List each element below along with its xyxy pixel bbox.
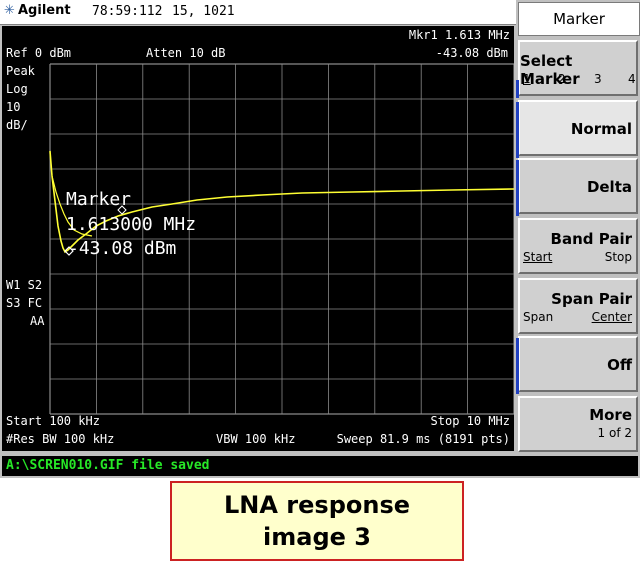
video-bandwidth: VBW 100 kHz (216, 432, 296, 446)
marker-1-option[interactable]: 1 (523, 72, 531, 86)
menu-title: Marker (518, 2, 640, 36)
key-indicator (516, 338, 519, 394)
marker-3-option[interactable]: 3 (594, 72, 602, 86)
off-label: Off (607, 356, 632, 374)
span-pair-key[interactable]: Span Pair Span Center (518, 278, 638, 334)
stop-frequency: Stop 10 MHz (430, 414, 510, 428)
clock-time: 78:59:112 (92, 4, 163, 19)
delta-key[interactable]: Delta (516, 158, 638, 216)
band-pair-label: Band Pair (550, 230, 632, 248)
more-page-indicator: 1 of 2 (597, 426, 632, 440)
status-message: A:\SCREN010.GIF file saved (2, 456, 638, 476)
span-pair-label: Span Pair (551, 290, 632, 308)
marker-level: -43.08 dBm (68, 238, 177, 259)
marker-frequency: 1.613000 MHz (66, 214, 197, 235)
off-key[interactable]: Off (516, 336, 638, 394)
caption-line1: LNA response (223, 491, 411, 519)
caption-line2: image 3 (263, 523, 371, 551)
brand-logo: ✳ Agilent (4, 3, 71, 18)
analyzer-screen: ✳ Agilent 78:59:112 15, 1021 Ref 0 dBm At… (0, 0, 640, 478)
resolution-bandwidth: #Res BW 100 kHz (6, 432, 115, 446)
more-label: More (589, 406, 632, 424)
select-marker-label: Select Marker (520, 52, 580, 88)
title-bar: ✳ Agilent 78:59:112 15, 1021 (0, 0, 516, 25)
marker-4-option[interactable]: 4 (628, 72, 636, 86)
span-pair-center-option[interactable]: Center (592, 310, 632, 324)
brand-name: Agilent (18, 3, 71, 18)
agilent-spark-icon: ✳ (4, 3, 15, 18)
key-indicator (516, 160, 519, 216)
more-key[interactable]: More 1 of 2 (518, 396, 638, 452)
key-indicator (516, 80, 519, 98)
caption-box: LNA response image 3 (170, 481, 464, 561)
key-indicator (516, 102, 519, 158)
normal-key[interactable]: Normal (516, 100, 638, 158)
marker-label: Marker (66, 189, 132, 210)
sweep-time: Sweep 81.9 ms (8191 pts) (336, 432, 510, 446)
clock-date: 15, 1021 (172, 4, 235, 19)
span-pair-span-option[interactable]: Span (523, 310, 553, 324)
spectrum-display: Ref 0 dBm Atten 10 dB Mkr1 1.613 MHz -43… (2, 26, 514, 451)
band-pair-stop-option[interactable]: Stop (605, 250, 632, 264)
start-frequency: Start 100 kHz (6, 414, 100, 428)
delta-label: Delta (586, 178, 632, 196)
softkey-panel: Marker Select Marker 1 2 3 4 Normal Delt… (516, 0, 640, 478)
marker-2-option[interactable]: 2 (558, 72, 566, 86)
normal-label: Normal (570, 120, 632, 138)
select-marker-key[interactable]: Select Marker 1 2 3 4 (516, 40, 638, 98)
band-pair-key[interactable]: Band Pair Start Stop (518, 218, 638, 274)
band-pair-start-option[interactable]: Start (523, 250, 552, 264)
